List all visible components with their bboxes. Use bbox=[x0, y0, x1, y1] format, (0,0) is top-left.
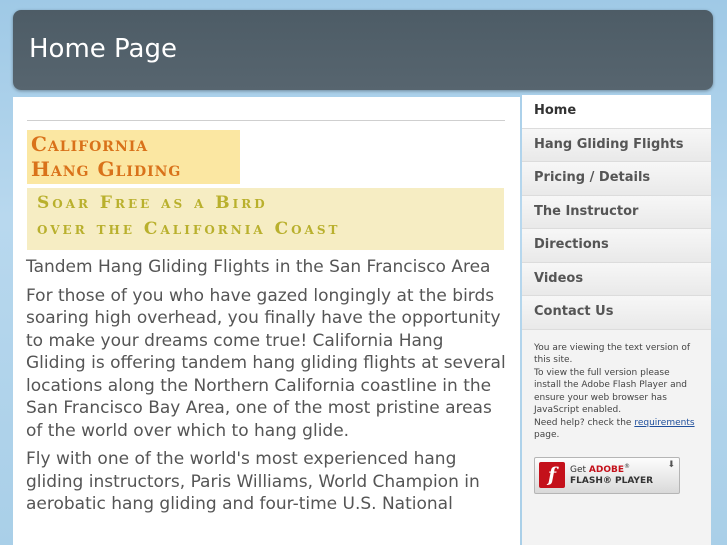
divider bbox=[27, 120, 505, 121]
logo-line-2: Hang Gliding bbox=[31, 157, 182, 181]
page-title: Home Page bbox=[29, 34, 177, 64]
nav-item-pricing-details[interactable]: Pricing / Details bbox=[522, 162, 711, 196]
article-paragraph: For those of you who have gazed longingl… bbox=[26, 285, 506, 441]
article-paragraph: Fly with one of the world's most experie… bbox=[26, 449, 480, 514]
help-text-prefix: Need help? check the bbox=[534, 417, 635, 428]
sidebar: Home Hang Gliding Flights Pricing / Deta… bbox=[522, 95, 711, 545]
logo-banner: California Hang Gliding bbox=[27, 130, 240, 184]
requirements-link[interactable]: requirements bbox=[634, 418, 694, 428]
article-heading: Tandem Hang Gliding Flights in the San F… bbox=[26, 257, 491, 277]
flash-player-text: FLASH® PLAYER bbox=[570, 476, 654, 486]
flash-notice: You are viewing the text version of this… bbox=[534, 342, 699, 442]
flash-logo-icon: f bbox=[539, 462, 565, 488]
flash-badge-line-1: Get ADOBE® bbox=[570, 463, 630, 475]
tagline-line-2: over the California Coast bbox=[37, 219, 341, 239]
flash-adobe-text: ADOBE bbox=[588, 465, 625, 475]
logo-line-1: California bbox=[31, 132, 149, 156]
flash-reg-mark: ® bbox=[624, 463, 631, 470]
flash-notice-help: Need help? check the requirements page. bbox=[534, 417, 699, 442]
nav-item-home[interactable]: Home bbox=[522, 95, 711, 129]
flash-notice-line: You are viewing the text version of this… bbox=[534, 342, 691, 366]
nav-item-videos[interactable]: Videos bbox=[522, 262, 711, 296]
nav-item-hang-gliding-flights[interactable]: Hang Gliding Flights bbox=[522, 128, 711, 162]
help-text-suffix: page. bbox=[534, 430, 560, 440]
tagline-line-1: Soar Free as a Bird bbox=[37, 193, 268, 213]
flash-notice-line: To view the full version please install … bbox=[534, 367, 688, 416]
nav-item-directions[interactable]: Directions bbox=[522, 229, 711, 263]
flash-get-text: Get bbox=[570, 465, 587, 475]
main-content: California Hang Gliding Soar Free as a B… bbox=[13, 97, 520, 545]
article: Tandem Hang Gliding Flights in the San F… bbox=[26, 256, 508, 522]
download-arrow-icon: ⬇ bbox=[667, 460, 675, 470]
nav-item-the-instructor[interactable]: The Instructor bbox=[522, 195, 711, 229]
nav-item-contact-us[interactable]: Contact Us bbox=[522, 296, 711, 330]
tagline-banner: Soar Free as a Bird over the California … bbox=[27, 188, 504, 250]
page-header: Home Page bbox=[13, 10, 713, 90]
get-flash-player-button[interactable]: f Get ADOBE® FLASH® PLAYER ⬇ bbox=[534, 457, 680, 494]
